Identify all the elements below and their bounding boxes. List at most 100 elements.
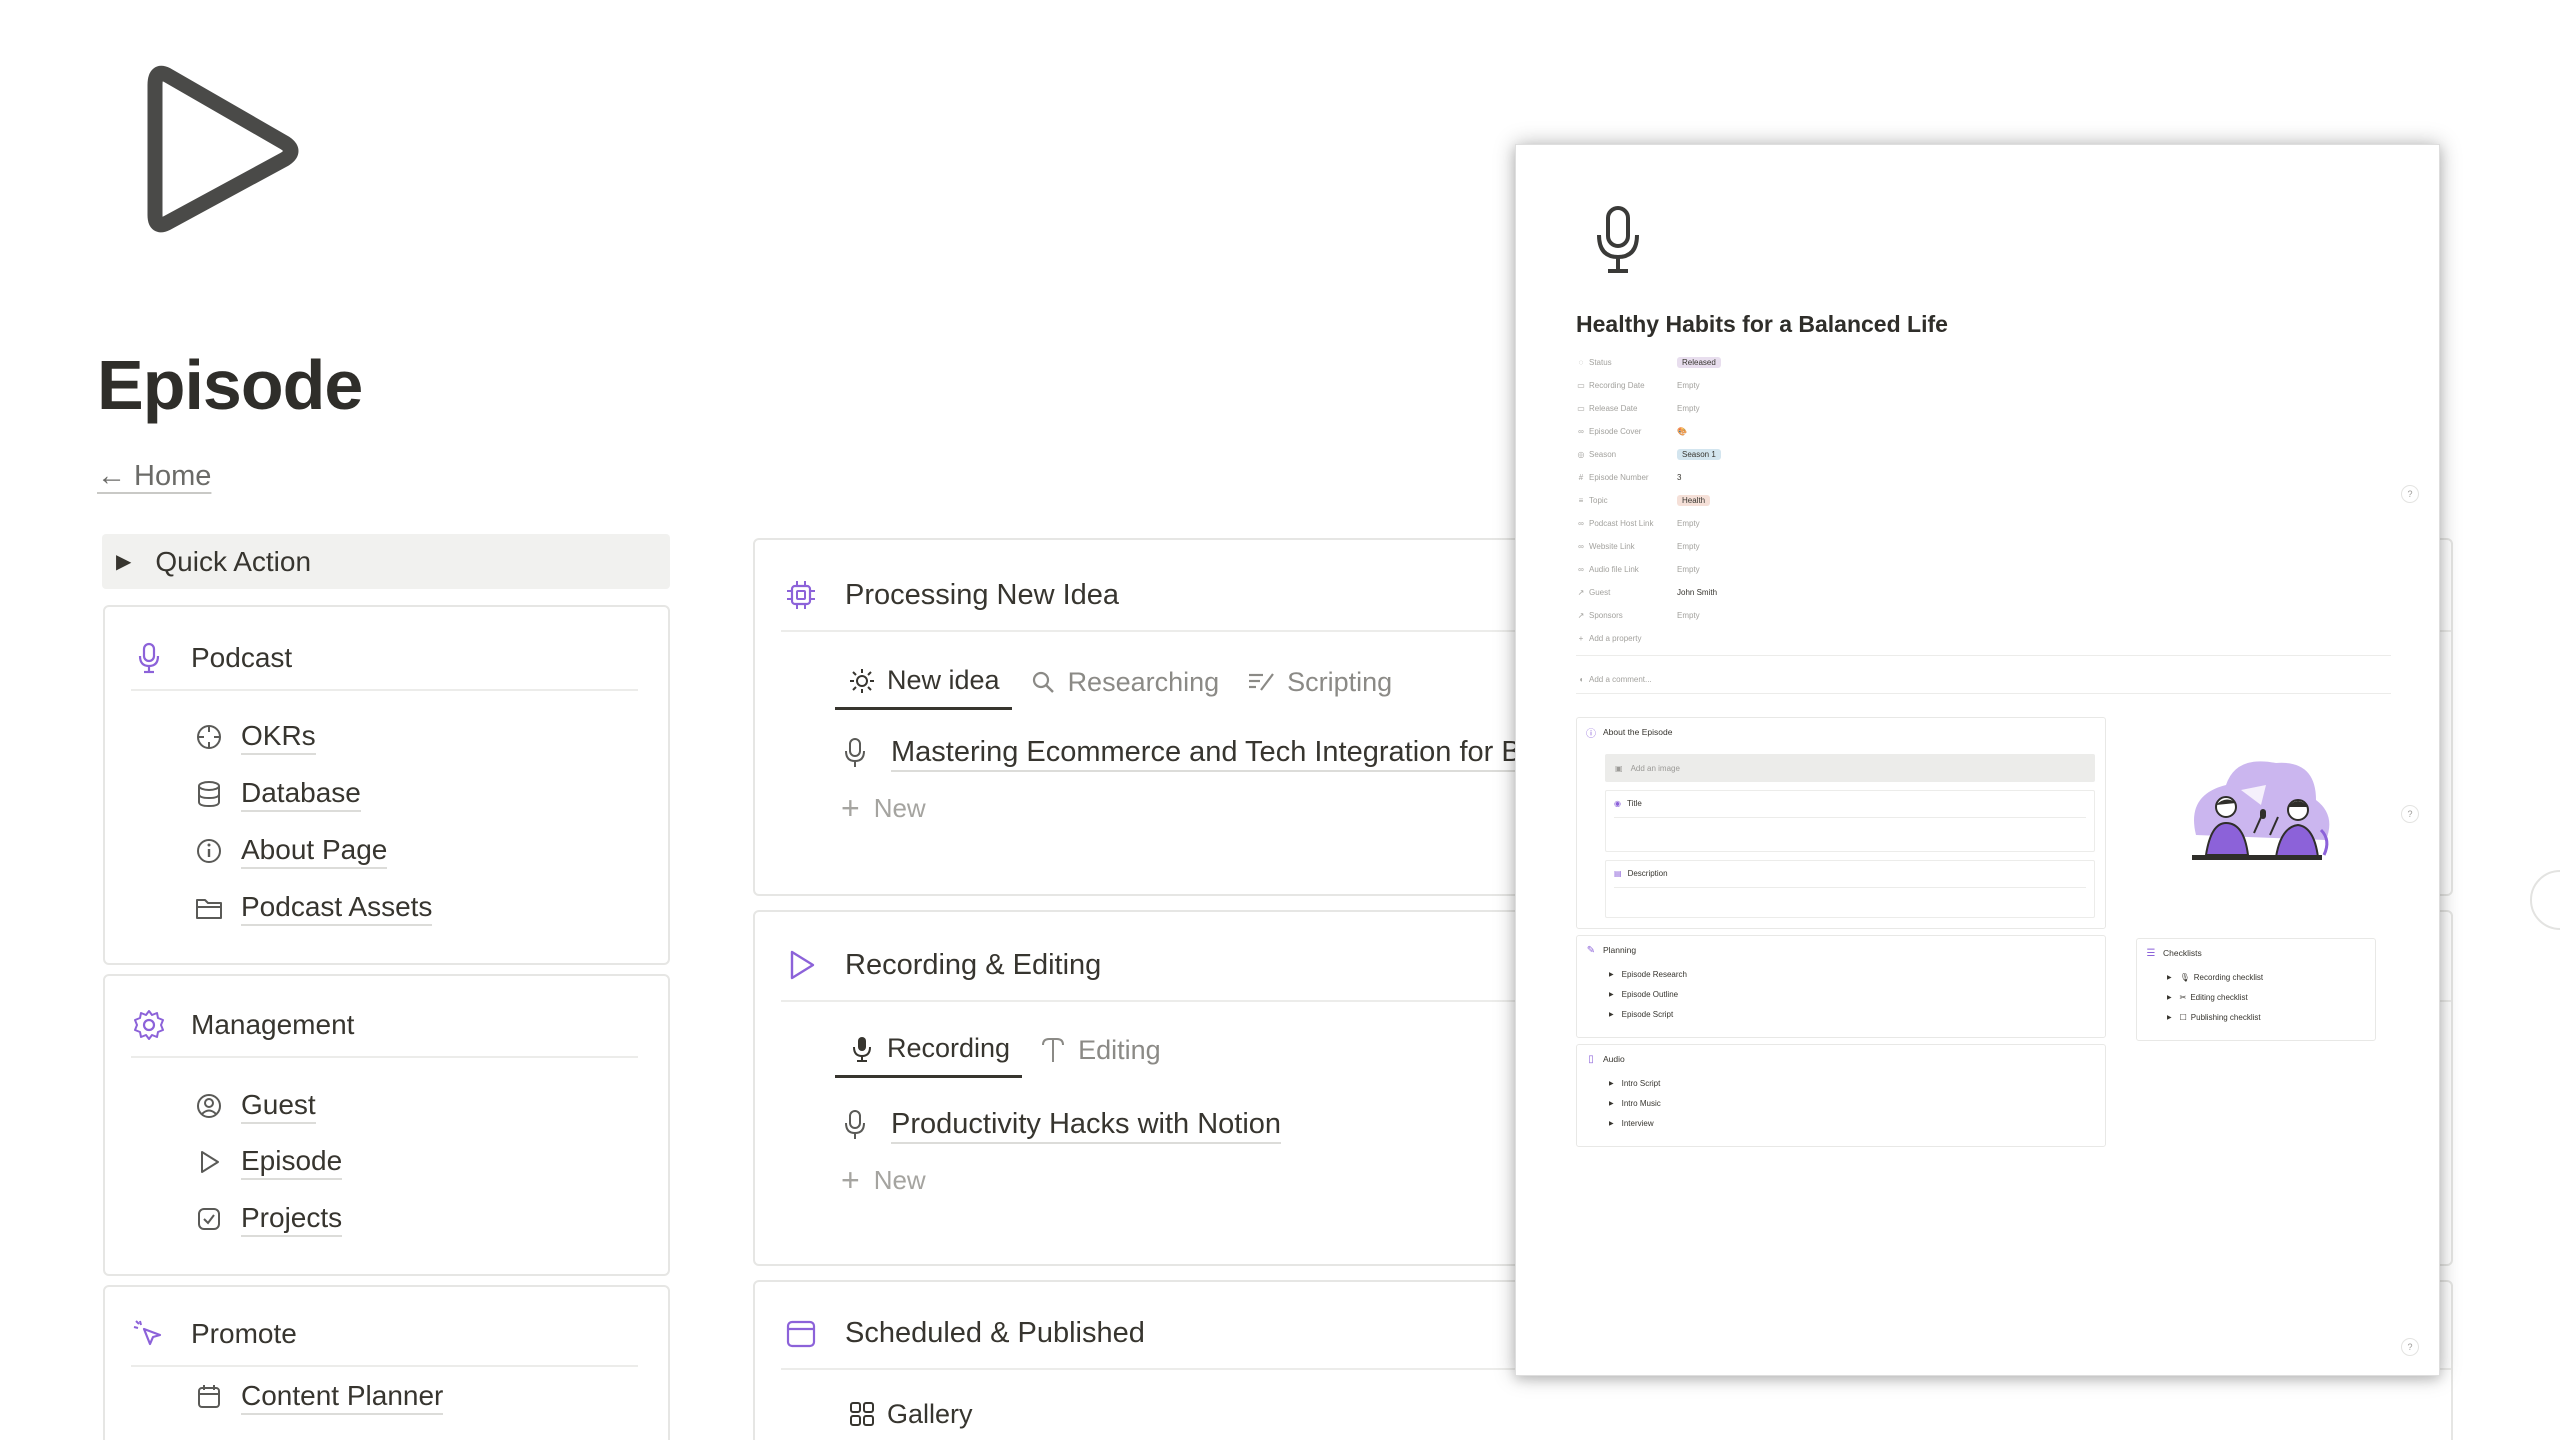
- audio-box: ▯ Audio ▶ Intro Script ▶ Intro Music ▶ Inter…: [1576, 1044, 2106, 1147]
- help-button[interactable]: ?: [2401, 1338, 2419, 1356]
- property-row[interactable]: ∞ Audio file Link Empty: [1576, 561, 1700, 577]
- play-icon: [193, 1146, 225, 1178]
- property-row[interactable]: # Episode Number 3: [1576, 469, 1682, 485]
- folder-icon: [193, 892, 225, 924]
- new-item-button[interactable]: + New: [841, 790, 926, 827]
- tab-new-idea[interactable]: New idea: [835, 654, 1012, 710]
- pencil-icon: ✎: [1586, 944, 1596, 956]
- property-row[interactable]: ↗ Sponsors Empty: [1576, 607, 1700, 623]
- crosshair-icon: [193, 721, 225, 753]
- toggle-item[interactable]: ▶ Interview: [1609, 1119, 1654, 1128]
- property-label: Episode Cover: [1589, 426, 1642, 436]
- podcast-illustration: [2192, 761, 2330, 860]
- new-label: New: [873, 1165, 926, 1195]
- toggle-item[interactable]: ▶ Episode Script: [1609, 1010, 1673, 1019]
- calendar-icon: [193, 1381, 225, 1413]
- toggle-item[interactable]: ▶ Intro Script: [1609, 1079, 1660, 1088]
- property-row[interactable]: ≡ Topic Health: [1576, 492, 1711, 508]
- property-row[interactable]: ∞ Episode Cover 🎨: [1576, 423, 1687, 439]
- tab-editing[interactable]: Editing: [1026, 1022, 1173, 1078]
- sun-icon: [847, 666, 877, 696]
- toggle-item[interactable]: ▶ Episode Research: [1609, 970, 1687, 979]
- tab-label: New idea: [887, 665, 1000, 695]
- recording-tabs: Recording Editing: [835, 1022, 1177, 1078]
- list-item-title: Productivity Hacks with Notion: [891, 1106, 1282, 1144]
- microphone-icon: 🎙: [2179, 973, 2190, 982]
- home-link[interactable]: ← Home: [97, 460, 211, 493]
- help-button[interactable]: ?: [2401, 805, 2419, 823]
- toggle-label: Episode Script: [1621, 1010, 1674, 1019]
- add-image-button[interactable]: ▣ Add an image: [1605, 754, 2095, 782]
- season-tag: Season 1: [1677, 448, 1721, 460]
- toggle-item[interactable]: ▶ Intro Music: [1609, 1099, 1661, 1108]
- sidebar-item-about-page[interactable]: About Page: [193, 831, 388, 871]
- toggle-item[interactable]: ▶ Episode Outline: [1609, 990, 1678, 999]
- property-label: Status: [1589, 357, 1612, 367]
- property-label: Podcast Host Link: [1589, 518, 1654, 528]
- new-item-button[interactable]: + New: [841, 1162, 926, 1199]
- property-row[interactable]: ▭ Recording Date Empty: [1576, 377, 1699, 393]
- property-row[interactable]: ↗ Guest John Smith: [1576, 584, 1717, 600]
- triangle-right-icon: ▶: [2167, 975, 2172, 981]
- title-field-box[interactable]: ◉ Title: [1605, 790, 2095, 852]
- sidebar-item-database[interactable]: Database: [193, 774, 361, 814]
- link-icon: ∞: [1578, 541, 1584, 551]
- property-row[interactable]: ∞ Website Link Empty: [1576, 538, 1700, 554]
- side-scroll-handle[interactable]: [2530, 870, 2560, 930]
- toggle-label: Episode Outline: [1621, 990, 1679, 999]
- sidebar-item-label: Database: [241, 776, 361, 812]
- help-button[interactable]: ?: [2401, 485, 2419, 503]
- property-label: Episode Number: [1589, 472, 1649, 482]
- toggle-label: Intro Script: [1621, 1079, 1661, 1088]
- toggle-item[interactable]: ▶ ✂ Editing checklist: [2167, 993, 2248, 1002]
- property-row[interactable]: ▭ Release Date Empty: [1576, 400, 1699, 416]
- list-item[interactable]: Mastering Ecommerce and Tech Integration…: [839, 734, 1521, 772]
- property-row[interactable]: ∞ Podcast Host Link Empty: [1576, 515, 1700, 531]
- sidebar-item-okrs[interactable]: OKRs: [193, 717, 316, 757]
- list-item[interactable]: Productivity Hacks with Notion: [839, 1106, 1282, 1144]
- add-property-button[interactable]: + Add a property: [1576, 630, 1677, 646]
- tab-recording[interactable]: Recording: [835, 1022, 1023, 1078]
- description-field-box[interactable]: ▤ Description: [1605, 860, 2095, 918]
- tab-researching[interactable]: Researching: [1016, 654, 1232, 710]
- processing-title: Processing New Idea: [845, 578, 1120, 611]
- sidebar-item-label: Guest: [241, 1088, 316, 1124]
- play-icon: [781, 945, 821, 985]
- sidebar-item-label: Content Planner: [241, 1379, 444, 1415]
- plus-icon: +: [841, 1162, 860, 1198]
- sidebar-item-guest[interactable]: Guest: [193, 1086, 316, 1126]
- gear-icon: [131, 1007, 167, 1043]
- link-icon: ∞: [1578, 518, 1584, 528]
- property-row[interactable]: ◌ Status Released: [1576, 354, 1721, 370]
- quick-action-toggle[interactable]: ▶ Quick Action: [102, 534, 670, 589]
- property-row[interactable]: ◎ Season Season 1: [1576, 446, 1721, 462]
- triangle-right-icon: ▶: [1609, 1101, 1614, 1107]
- select-icon: ◎: [1577, 449, 1585, 459]
- sidebar-item-content-planner[interactable]: Content Planner: [193, 1377, 444, 1417]
- toggle-item[interactable]: ▶ 🎙 Recording checklist: [2167, 973, 2263, 982]
- podcast-card: Podcast OKRs Database About Page Podcast…: [103, 605, 670, 965]
- list-icon: ≡: [1578, 495, 1584, 505]
- toggle-label: Intro Music: [1621, 1099, 1661, 1108]
- sidebar-item-label: Episode: [241, 1144, 343, 1180]
- toggle-item[interactable]: ▶ ☐ Publishing checklist: [2167, 1013, 2261, 1022]
- microphone-icon: [131, 640, 167, 676]
- divider: [1576, 693, 2391, 694]
- scissors-icon: ✂: [2179, 993, 2187, 1002]
- promote-card: Promote Content Planner: [103, 1285, 670, 1440]
- sidebar-item-episode[interactable]: Episode: [193, 1142, 343, 1182]
- tab-gallery[interactable]: Gallery: [835, 1386, 985, 1440]
- search-icon: [1028, 667, 1058, 697]
- plus-icon: +: [841, 790, 860, 826]
- microphone-icon: [847, 1034, 877, 1064]
- sidebar-item-projects[interactable]: Projects: [193, 1199, 343, 1239]
- property-label: Sponsors: [1589, 610, 1623, 620]
- tab-scripting[interactable]: Scripting: [1235, 654, 1404, 710]
- add-comment-input[interactable]: ◖ Add a comment...: [1576, 671, 1677, 687]
- sidebar-item-podcast-assets[interactable]: Podcast Assets: [193, 888, 433, 928]
- new-label: New: [873, 793, 926, 823]
- checkbox-icon: [193, 1203, 225, 1235]
- target-icon: ◉: [1614, 799, 1621, 808]
- audio-title: Audio: [1603, 1054, 1625, 1064]
- info-icon: ⓘ: [1586, 728, 1596, 740]
